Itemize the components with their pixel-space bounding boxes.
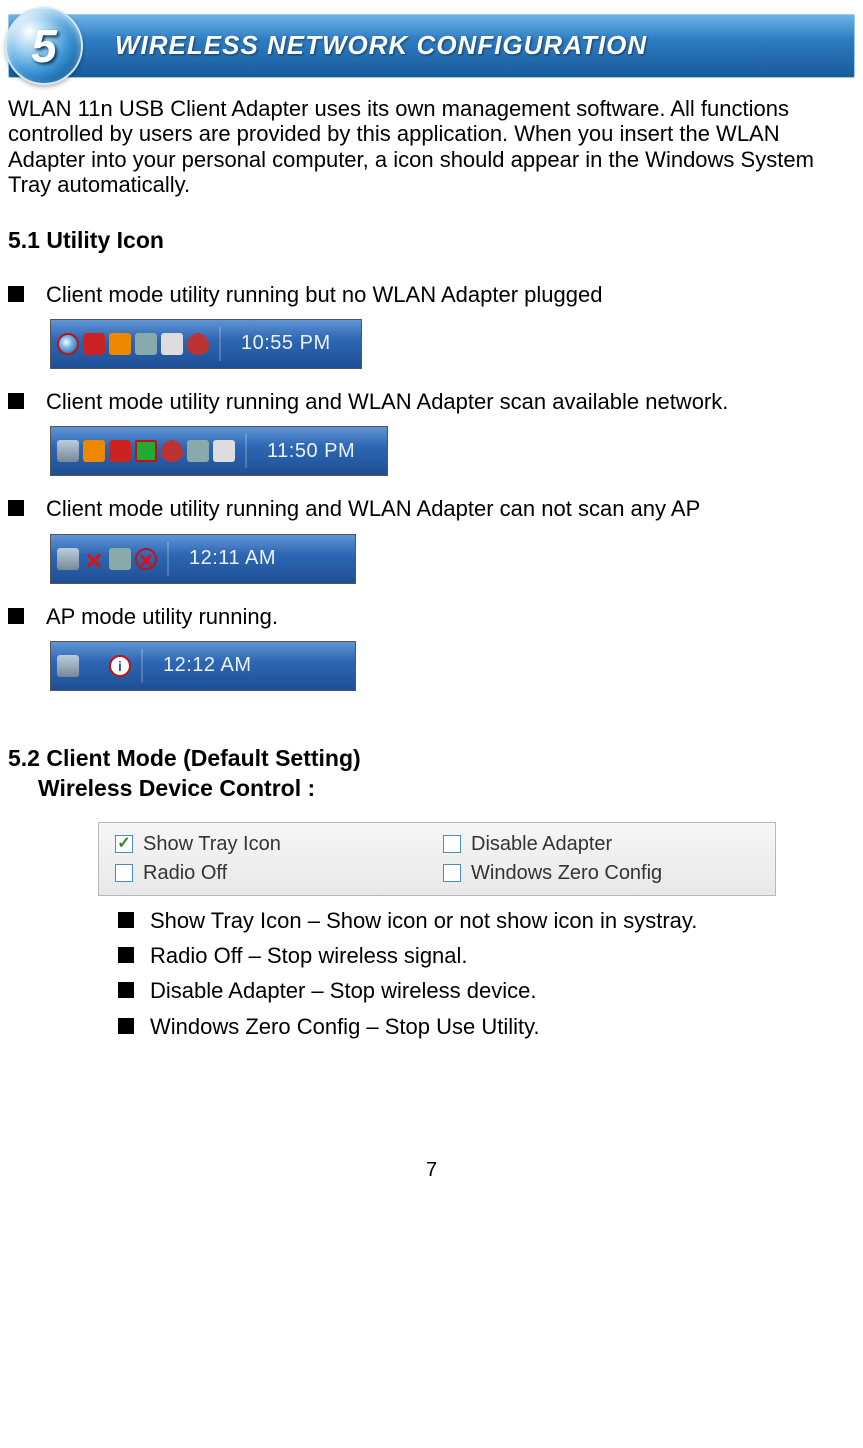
tray-icon — [187, 440, 209, 462]
chapter-number-badge: 5 — [5, 7, 83, 85]
square-bullet-icon — [8, 608, 24, 624]
square-bullet-icon — [118, 947, 134, 963]
tray-icon — [109, 548, 131, 570]
list-item: Client mode utility running and WLAN Ada… — [8, 389, 855, 414]
explain-list: Show Tray Icon – Show icon or not show i… — [118, 908, 855, 1039]
checkbox-show-tray-icon[interactable]: Show Tray Icon — [115, 833, 431, 856]
list-item-text: Disable Adapter – Stop wireless device. — [150, 978, 855, 1003]
checkbox-icon — [443, 835, 461, 853]
tray-time: 12:12 AM — [163, 654, 252, 677]
tray-separator — [167, 542, 169, 576]
tray-time: 10:55 PM — [241, 332, 331, 355]
square-bullet-icon — [118, 982, 134, 998]
tray-separator — [219, 327, 221, 361]
checkbox-label: Windows Zero Config — [471, 862, 662, 885]
list-item: Client mode utility running and WLAN Ada… — [8, 496, 855, 521]
tray-icon — [57, 655, 79, 677]
wlan-no-ap-icon — [135, 548, 157, 570]
wlan-signal-icon — [135, 440, 157, 462]
checkbox-label: Show Tray Icon — [143, 833, 281, 856]
list-item-text: AP mode utility running. — [46, 604, 855, 629]
checkbox-icon — [115, 864, 133, 882]
tray-icon — [187, 333, 209, 355]
wlan-disabled-icon — [57, 333, 79, 355]
chapter-header: 5 WIRELESS NETWORK CONFIGURATION — [8, 14, 855, 78]
list-item: AP mode utility running. — [8, 604, 855, 629]
checkbox-label: Radio Off — [143, 862, 227, 885]
tray-icon — [83, 333, 105, 355]
tray-separator — [141, 649, 143, 683]
list-item: Show Tray Icon – Show icon or not show i… — [118, 908, 855, 933]
list-item-text: Client mode utility running and WLAN Ada… — [46, 389, 855, 414]
tray-icon — [161, 333, 183, 355]
systray-ap-mode: i 12:12 AM — [50, 641, 356, 691]
systray-no-adapter: 10:55 PM — [50, 319, 362, 369]
list-item-text: Client mode utility running and WLAN Ada… — [46, 496, 855, 521]
tray-icon — [213, 440, 235, 462]
systray-no-ap: 12:11 AM — [50, 534, 356, 584]
page-number: 7 — [8, 1159, 855, 1182]
tray-icon — [57, 548, 79, 570]
tray-icon — [83, 440, 105, 462]
systray-scan-available: 11:50 PM — [50, 426, 388, 476]
list-item-text: Show Tray Icon – Show icon or not show i… — [150, 908, 855, 933]
section-5-2-subheading: Wireless Device Control : — [38, 775, 855, 801]
checkbox-disable-adapter[interactable]: Disable Adapter — [443, 833, 759, 856]
tray-separator — [245, 434, 247, 468]
tray-icon — [109, 333, 131, 355]
tray-icon — [57, 440, 79, 462]
tray-time: 12:11 AM — [189, 547, 276, 570]
checkbox-label: Disable Adapter — [471, 833, 612, 856]
section-5-1-heading: 5.1 Utility Icon — [8, 227, 855, 253]
checkbox-radio-off[interactable]: Radio Off — [115, 862, 431, 885]
square-bullet-icon — [118, 1018, 134, 1034]
tray-icon — [109, 440, 131, 462]
list-item-text: Radio Off – Stop wireless signal. — [150, 943, 855, 968]
ap-mode-info-icon: i — [109, 655, 131, 677]
intro-paragraph: WLAN 11n USB Client Adapter uses its own… — [8, 96, 855, 197]
list-item-text: Client mode utility running but no WLAN … — [46, 282, 855, 307]
square-bullet-icon — [8, 286, 24, 302]
list-item: Windows Zero Config – Stop Use Utility. — [118, 1014, 855, 1039]
checkbox-icon — [115, 835, 133, 853]
section-5-2-heading: 5.2 Client Mode (Default Setting) — [8, 745, 855, 771]
tray-icon — [161, 440, 183, 462]
chapter-title: WIRELESS NETWORK CONFIGURATION — [115, 31, 647, 61]
wireless-device-control-panel: Show Tray Icon Disable Adapter Radio Off… — [98, 822, 776, 896]
checkbox-icon — [443, 864, 461, 882]
checkbox-windows-zero-config[interactable]: Windows Zero Config — [443, 862, 759, 885]
square-bullet-icon — [118, 912, 134, 928]
square-bullet-icon — [8, 500, 24, 516]
list-item: Radio Off – Stop wireless signal. — [118, 943, 855, 968]
list-item: Client mode utility running but no WLAN … — [8, 282, 855, 307]
list-item: Disable Adapter – Stop wireless device. — [118, 978, 855, 1003]
square-bullet-icon — [8, 393, 24, 409]
tray-icon — [135, 333, 157, 355]
tray-gap — [83, 655, 105, 677]
list-item-text: Windows Zero Config – Stop Use Utility. — [150, 1014, 855, 1039]
tray-time: 11:50 PM — [267, 440, 355, 463]
cross-out-icon — [83, 548, 105, 570]
